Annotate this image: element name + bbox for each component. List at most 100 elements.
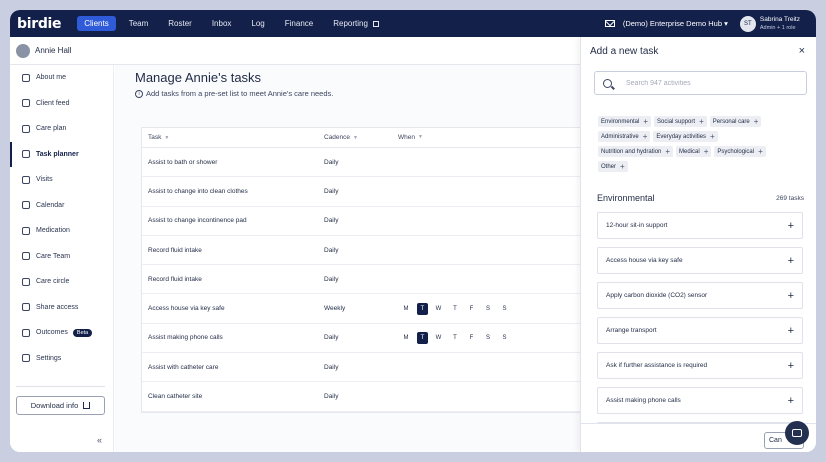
- activity-item[interactable]: Access house via key safe +: [597, 247, 803, 274]
- category-chip[interactable]: Administrative +: [598, 131, 651, 142]
- task-cadence: Daily: [324, 393, 339, 401]
- sidebar-item-client-feed[interactable]: Client feed: [10, 91, 113, 117]
- add-icon[interactable]: +: [788, 220, 794, 232]
- table-body: Assist to bath or shower Daily Assist to c…: [142, 148, 590, 412]
- day-toggle[interactable]: F: [464, 303, 480, 315]
- table-row[interactable]: Assist making phone calls Daily M T W T F S S: [142, 324, 590, 354]
- category-chip-label: Everyday activities: [656, 133, 707, 140]
- search-input[interactable]: [626, 79, 776, 87]
- nav-finance[interactable]: Finance: [278, 16, 320, 31]
- calendar-icon: [22, 201, 30, 210]
- column-when[interactable]: When ▼: [398, 134, 423, 141]
- plus-icon: +: [699, 117, 704, 126]
- task-days: MTWTFSS: [398, 331, 513, 344]
- birdie-logo[interactable]: birdie: [17, 16, 62, 32]
- category-chip[interactable]: Environmental +: [598, 116, 652, 127]
- user-menu[interactable]: Sabrina Treitz Admin + 1 role: [760, 16, 800, 32]
- activity-item[interactable]: Assist making phone calls +: [597, 387, 803, 414]
- day-toggle[interactable]: F: [464, 332, 480, 344]
- column-cadence[interactable]: Cadence ▼: [324, 134, 398, 141]
- day-toggle[interactable]: S: [497, 332, 513, 344]
- sidebar-item-care-plan[interactable]: Care plan: [10, 116, 113, 142]
- column-task[interactable]: Task ▼: [142, 134, 324, 141]
- table-row[interactable]: Assist to bath or shower Daily: [142, 148, 590, 178]
- category-chip-label: Psychological: [717, 148, 755, 155]
- close-icon[interactable]: ×: [799, 45, 805, 57]
- day-toggle[interactable]: W: [431, 332, 447, 344]
- task-name: Record fluid intake: [148, 246, 202, 254]
- page-subtitle-text: Add tasks from a pre-set list to meet An…: [146, 89, 334, 98]
- sidebar-item-task-planner[interactable]: Task planner: [10, 141, 113, 167]
- plus-icon: +: [753, 117, 759, 126]
- table-row[interactable]: Assist to change into clean clothes Daily: [142, 177, 590, 207]
- add-icon[interactable]: +: [788, 395, 794, 407]
- table-row[interactable]: Record fluid intake Daily: [142, 236, 590, 266]
- sidebar-item-outcomes[interactable]: Outcomes Beta: [10, 320, 113, 346]
- sidebar-item-care-circle[interactable]: Care circle: [10, 269, 113, 295]
- activity-item[interactable]: 12-hour sit-in support +: [597, 212, 803, 239]
- table-row[interactable]: Clean catheter site Daily: [142, 382, 590, 412]
- sidebar-item-visits[interactable]: Visits: [10, 167, 113, 193]
- activity-item[interactable]: Arrange transport +: [597, 317, 803, 344]
- category-chip-label: Environmental: [601, 118, 640, 125]
- category-chip[interactable]: Everyday activities +: [653, 131, 718, 142]
- activity-label: Assist making phone calls: [606, 397, 681, 404]
- day-toggle[interactable]: S: [480, 332, 496, 344]
- sidebar-item-medication[interactable]: Medication: [10, 218, 113, 244]
- day-toggle[interactable]: W: [431, 303, 447, 315]
- day-toggle[interactable]: T: [417, 302, 428, 315]
- table-row[interactable]: Access house via key safe Weekly M T W T F S S: [142, 294, 590, 324]
- main-content: Manage Annie's tasks i Add tasks from a …: [115, 65, 590, 452]
- day-toggle[interactable]: T: [417, 331, 428, 344]
- category-chip[interactable]: Medical +: [676, 146, 712, 157]
- task-name: Assist to change incontinence pad: [148, 217, 247, 225]
- task-planner-icon: [22, 150, 30, 159]
- nav-inbox[interactable]: Inbox: [205, 16, 239, 31]
- day-toggle[interactable]: T: [447, 303, 463, 315]
- day-toggle[interactable]: M: [398, 303, 414, 315]
- sidebar-item-share-access[interactable]: Share access: [10, 295, 113, 321]
- share-icon: [22, 303, 30, 312]
- user-avatar[interactable]: ST: [739, 15, 756, 32]
- nav-team[interactable]: Team: [122, 16, 156, 31]
- category-chip[interactable]: Other +: [598, 161, 628, 172]
- day-toggle[interactable]: S: [497, 303, 513, 315]
- category-chip[interactable]: Personal care +: [709, 116, 762, 127]
- category-chip-label: Nutrition and hydration: [601, 148, 662, 155]
- category-chip[interactable]: Nutrition and hydration +: [598, 146, 674, 157]
- org-switcher[interactable]: (Demo) Enterprise Demo Hub ▾: [623, 19, 728, 28]
- table-row[interactable]: Record fluid intake Daily: [142, 265, 590, 295]
- add-icon[interactable]: +: [788, 360, 794, 372]
- sidebar-item-about-me[interactable]: About me: [10, 65, 113, 91]
- sidebar-item-label: Client feed: [36, 99, 70, 107]
- app-window: birdie Clients Team Roster Inbox Log Fin…: [10, 10, 816, 452]
- nav-reporting[interactable]: Reporting: [326, 16, 386, 31]
- nav-clients[interactable]: Clients: [77, 16, 116, 31]
- add-icon[interactable]: +: [788, 255, 794, 267]
- task-cadence: Daily: [324, 187, 339, 195]
- add-task-panel: Add a new task × Environmental+Social su…: [580, 37, 816, 452]
- nav-log[interactable]: Log: [244, 16, 271, 31]
- sidebar-item-settings[interactable]: Settings: [10, 346, 113, 372]
- download-info-button[interactable]: Download info: [16, 396, 105, 415]
- collapse-sidebar-icon[interactable]: «: [97, 435, 102, 445]
- activity-item[interactable]: Ask if further assistance is required +: [597, 352, 803, 379]
- activity-item[interactable]: Apply carbon dioxide (CO2) sensor +: [597, 282, 803, 309]
- chat-button[interactable]: [785, 421, 809, 445]
- day-toggle[interactable]: M: [398, 332, 414, 344]
- table-row[interactable]: Assist with catheter care Daily: [142, 353, 590, 383]
- add-icon[interactable]: +: [788, 325, 794, 337]
- nav-roster[interactable]: Roster: [161, 16, 199, 31]
- sidebar-item-care-team[interactable]: Care Team: [10, 244, 113, 270]
- sidebar-item-calendar[interactable]: Calendar: [10, 193, 113, 219]
- sidebar-item-label: Care Team: [36, 252, 71, 260]
- plus-icon: +: [710, 132, 715, 141]
- add-icon[interactable]: +: [788, 290, 794, 302]
- mail-icon[interactable]: [604, 20, 615, 27]
- category-chip[interactable]: Social support +: [654, 116, 707, 127]
- day-toggle[interactable]: S: [480, 303, 496, 315]
- category-chip[interactable]: Psychological +: [714, 146, 766, 157]
- day-toggle[interactable]: T: [447, 332, 463, 344]
- table-row[interactable]: Assist to change incontinence pad Daily: [142, 207, 590, 236]
- column-when-label: When: [398, 134, 415, 141]
